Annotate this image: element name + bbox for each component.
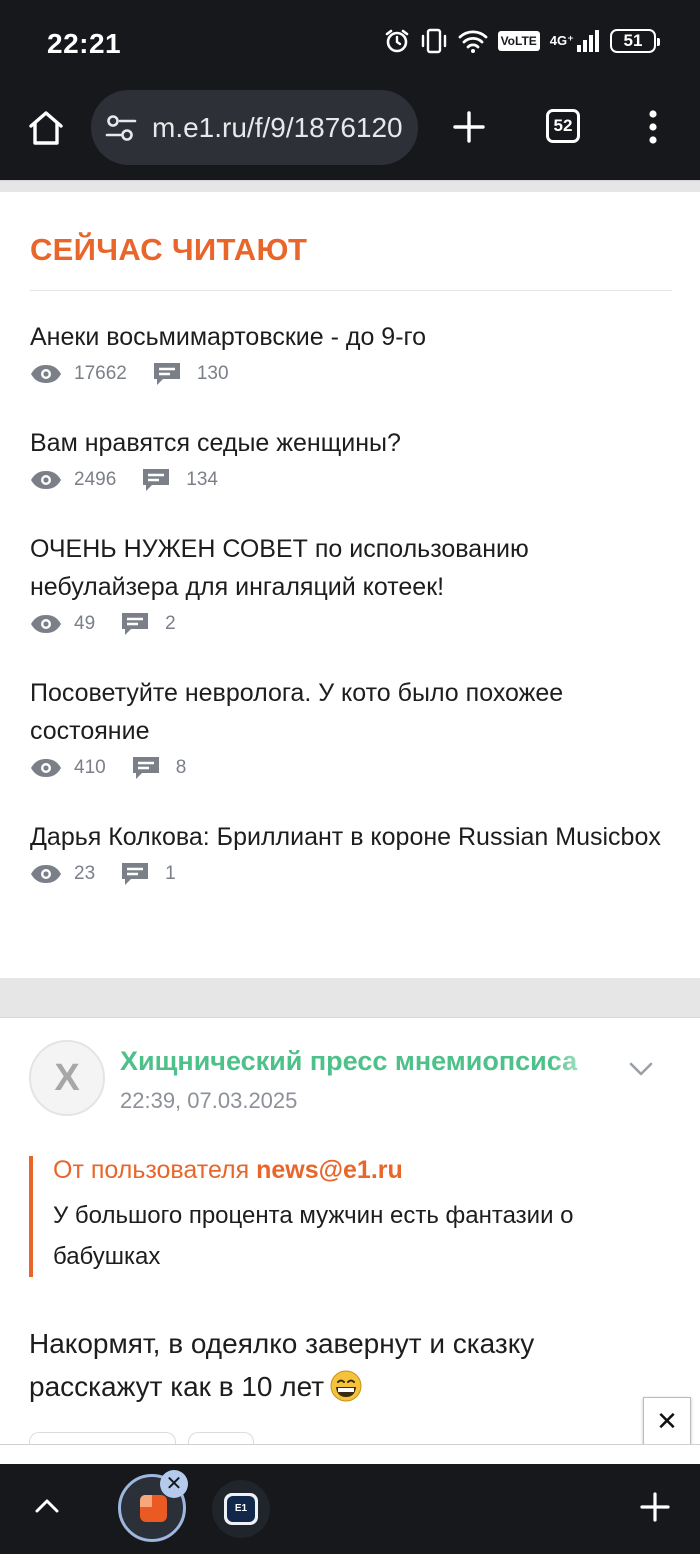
section-heading: СЕЙЧАС ЧИТАЮТ [30, 232, 308, 267]
browser-toolbar: m.e1.ru/f/9/1876120 52 [0, 88, 700, 180]
topic-title[interactable]: ОЧЕНЬ НУЖЕН СОВЕТ по использованию небул… [30, 530, 670, 606]
site-settings-icon[interactable] [105, 113, 137, 143]
comments-count: 134 [186, 469, 218, 490]
quote-text: У большого процента мужчин есть фантазии… [53, 1202, 574, 1270]
comment-icon [153, 363, 180, 385]
site-favicon [140, 1495, 167, 1522]
avatar[interactable]: X [29, 1040, 105, 1116]
comments-count: 1 [165, 863, 176, 884]
topic-item[interactable]: Посоветуйте невролога. У кото было похож… [30, 674, 670, 780]
tab-strip: ✕ E1 [0, 1464, 700, 1554]
section-separator [0, 180, 700, 192]
battery-indicator: 51 [610, 29, 660, 53]
eye-icon [31, 365, 61, 383]
address-bar[interactable]: m.e1.ru/f/9/1876120 [91, 90, 418, 165]
divider [30, 290, 672, 291]
chevron-up-icon[interactable] [34, 1497, 60, 1515]
e1-logo: E1 [227, 1496, 255, 1522]
quote-block: От пользователя news@e1.ru У большого пр… [29, 1156, 669, 1277]
eye-icon [31, 759, 61, 777]
plus-icon[interactable] [640, 1492, 670, 1522]
topic-meta: 17662 130 [30, 362, 670, 386]
post-date: 22:39, 07.03.2025 [120, 1088, 298, 1113]
topic-title[interactable]: Вам нравятся седые женщины? [30, 424, 670, 462]
topic-meta: 410 8 [30, 756, 670, 780]
status-bar: 22:21 VoLTE 4G⁺ 51 [0, 0, 700, 88]
close-ad-button[interactable]: ✕ [643, 1397, 691, 1445]
comments-count: 8 [175, 757, 187, 778]
comments-count: 2 [165, 613, 176, 634]
chevron-down-icon[interactable] [628, 1060, 654, 1078]
topic-meta: 2496 134 [30, 468, 670, 492]
network-type: 4G⁺ [549, 33, 574, 48]
topic-item[interactable]: Дарья Колкова: Бриллиант в короне Russia… [30, 818, 670, 886]
status-time: 22:21 [47, 28, 122, 59]
topic-meta: 23 1 [30, 862, 670, 886]
topic-item[interactable]: ОЧЕНЬ НУЖЕН СОВЕТ по использованию небул… [30, 530, 670, 636]
eye-icon [31, 471, 61, 489]
eye-icon [31, 615, 61, 633]
more-vert-icon[interactable] [646, 109, 660, 145]
tab-thumbnail[interactable]: E1 [212, 1480, 270, 1538]
volte-badge: VoLTE [497, 31, 540, 51]
quote-user-link[interactable]: news@e1.ru [256, 1156, 403, 1184]
quote-source: От пользователя news@e1.ru [53, 1156, 669, 1185]
topic-item[interactable]: Анеки восьмимартовские - до 9-го 17662 1… [30, 318, 670, 386]
forum-post: X Хищнический пресс мнемиопсиса 22:39, 0… [0, 1018, 700, 1462]
comment-icon [143, 469, 170, 491]
post-author[interactable]: Хищнический пресс мнемиопсиса [120, 1046, 610, 1077]
post-body-text: Накормят, в одеялко завернут и сказку ра… [29, 1328, 535, 1402]
views-count: 49 [74, 613, 96, 634]
comment-icon [122, 613, 149, 635]
section-separator [0, 978, 700, 1018]
home-icon[interactable] [26, 108, 66, 148]
topic-title[interactable]: Дарья Колкова: Бриллиант в короне Russia… [30, 818, 670, 856]
views-count: 17662 [74, 363, 127, 384]
wifi-icon [458, 30, 487, 53]
topic-title[interactable]: Посоветуйте невролога. У кото было похож… [30, 674, 670, 750]
eye-icon [31, 865, 61, 883]
vibrate-icon [421, 28, 446, 54]
grin-emoji-icon [330, 1370, 362, 1402]
topic-item[interactable]: Вам нравятся седые женщины? 2496 134 [30, 424, 670, 492]
reading-now-section: СЕЙЧАС ЧИТАЮТ Анеки восьмимартовские - д… [0, 192, 700, 978]
status-icons: VoLTE 4G⁺ 51 [384, 28, 660, 54]
post-body: Накормят, в одеялко завернут и сказку ра… [29, 1322, 669, 1408]
views-count: 410 [74, 757, 106, 778]
alarm-icon [385, 29, 408, 53]
topic-title[interactable]: Анеки восьмимартовские - до 9-го [30, 318, 670, 356]
comment-icon [122, 863, 149, 885]
ad-banner-edge [0, 1444, 700, 1464]
comment-icon [132, 757, 159, 779]
topic-meta: 49 2 [30, 612, 670, 636]
views-count: 23 [74, 863, 96, 884]
e1-favicon: E1 [224, 1493, 258, 1525]
quote-prefix: От пользователя [53, 1156, 250, 1184]
signal-icon [577, 30, 599, 52]
tab-switcher-button[interactable]: 52 [546, 109, 580, 143]
url-text: m.e1.ru/f/9/1876120 [152, 112, 403, 143]
new-tab-plus-icon[interactable] [452, 110, 486, 144]
views-count: 2496 [74, 469, 117, 490]
close-tab-button[interactable]: ✕ [160, 1470, 188, 1498]
comments-count: 130 [196, 363, 229, 384]
